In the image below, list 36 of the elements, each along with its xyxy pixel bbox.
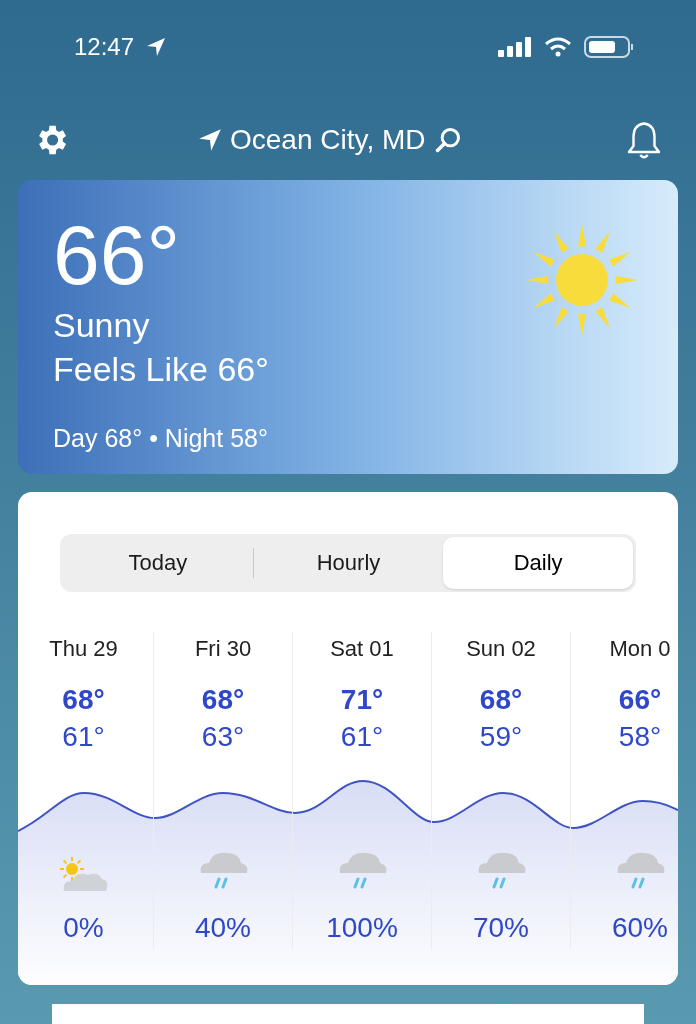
precipitation-chance: 40% — [194, 910, 251, 945]
location-arrow-icon — [198, 128, 222, 152]
day-date: Fri 30 — [194, 634, 252, 663]
precipitation-chance: 70% — [472, 910, 529, 945]
condition-text: Sunny — [53, 305, 151, 346]
high-temperature: 68° — [201, 682, 245, 717]
segment-tab[interactable]: Today — [63, 536, 253, 589]
low-temperature: 61° — [62, 720, 105, 753]
high-temperature: 71° — [340, 682, 384, 717]
status-time: 12:47 — [74, 32, 135, 62]
high-temperature: 66° — [618, 682, 662, 717]
segment-tab[interactable]: Daily — [443, 536, 633, 589]
day-date: Sun 02 — [466, 634, 536, 663]
precipitation-chance: 60% — [611, 910, 668, 945]
segment-tab[interactable]: Hourly — [253, 536, 444, 589]
battery-icon — [584, 36, 634, 58]
day-date: Sat 01 — [330, 634, 394, 663]
low-temperature: 63° — [201, 720, 245, 753]
current-temperature: 66° — [53, 210, 181, 300]
day-night-text: Day 68° • Night 58° — [53, 423, 269, 454]
wifi-icon — [544, 37, 572, 57]
low-temperature: 58° — [618, 720, 662, 753]
high-temperature: 68° — [62, 682, 105, 717]
signal-icon — [498, 37, 532, 57]
notifications-bell-icon[interactable] — [626, 120, 662, 160]
search-icon — [433, 126, 462, 154]
location-button[interactable]: Ocean City, MD — [198, 119, 462, 161]
day-date: Mon 0 — [609, 634, 671, 663]
precipitation-chance: 0% — [63, 910, 104, 945]
feels-like-text: Feels Like 66° — [53, 349, 270, 390]
precipitation-chance: 100% — [326, 910, 398, 945]
location-arrow-icon — [146, 37, 167, 57]
low-temperature: 61° — [340, 720, 384, 753]
low-temperature: 59° — [479, 720, 523, 753]
high-temperature: 68° — [479, 682, 523, 717]
day-date: Thu 29 — [49, 634, 118, 663]
